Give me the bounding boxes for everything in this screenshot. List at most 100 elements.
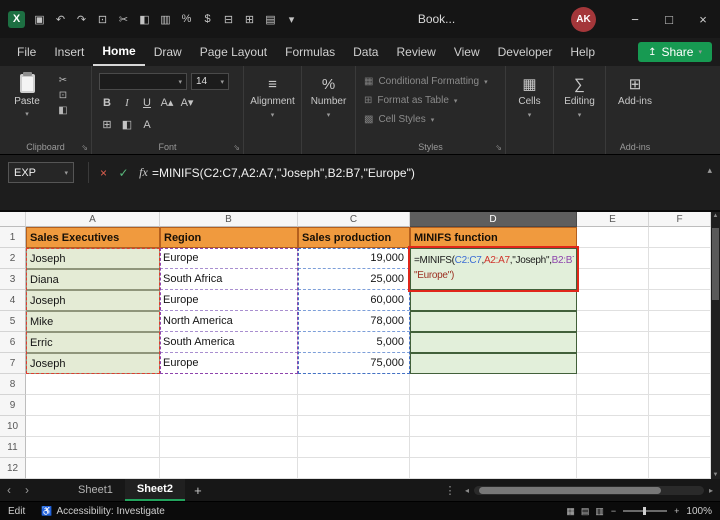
page-layout-view-icon[interactable]: ▤ <box>581 506 590 517</box>
cell-A5[interactable]: Mike <box>26 311 160 332</box>
more-commands-icon[interactable]: ▾ <box>281 13 302 26</box>
cell-F8[interactable] <box>649 374 711 395</box>
cell-C12[interactable] <box>298 458 410 479</box>
cell-C10[interactable] <box>298 416 410 437</box>
cell-D10[interactable] <box>410 416 577 437</box>
cell-D8[interactable] <box>410 374 577 395</box>
row-header-9[interactable]: 9 <box>0 395 26 416</box>
cell-F3[interactable] <box>649 269 711 290</box>
format-as-table-button[interactable]: ⊞ Format as Table ▾ <box>356 91 505 110</box>
row-header-6[interactable]: 6 <box>0 332 26 353</box>
copy-icon[interactable]: ⊡ <box>54 90 72 101</box>
borders-icon[interactable]: ⊞ <box>99 118 115 131</box>
font-size-select[interactable]: 14 ▾ <box>191 73 229 90</box>
cell-F9[interactable] <box>649 395 711 416</box>
cell-C8[interactable] <box>298 374 410 395</box>
menu-tab-home[interactable]: Home <box>93 38 145 66</box>
maximize-button[interactable]: □ <box>652 0 686 38</box>
col-header-A[interactable]: A <box>26 212 160 227</box>
cell-D5[interactable] <box>410 311 577 332</box>
sheet-nav-prev-icon[interactable]: ‹ <box>0 483 18 497</box>
menu-tab-formulas[interactable]: Formulas <box>276 38 344 66</box>
cell-A4[interactable]: Joseph <box>26 290 160 311</box>
cell-E3[interactable] <box>577 269 649 290</box>
cell-D7[interactable] <box>410 353 577 374</box>
number-button[interactable]: % Number ▾ <box>302 66 355 154</box>
cell-B8[interactable] <box>160 374 298 395</box>
cell-D12[interactable] <box>410 458 577 479</box>
col-header-B[interactable]: B <box>160 212 298 227</box>
cell-E6[interactable] <box>577 332 649 353</box>
borders-icon[interactable]: ⊞ <box>239 13 260 26</box>
cell-B7[interactable]: Europe <box>160 353 298 374</box>
sheet-tab-sheet1[interactable]: Sheet1 <box>66 479 125 501</box>
cell-D9[interactable] <box>410 395 577 416</box>
fill-color-icon[interactable]: ◧ <box>119 118 135 131</box>
minimize-button[interactable]: − <box>618 0 652 38</box>
row-header-5[interactable]: 5 <box>0 311 26 332</box>
bold-button[interactable]: B <box>99 97 115 109</box>
cell-C1[interactable]: Sales production <box>298 227 410 248</box>
cancel-icon[interactable]: × <box>95 166 112 180</box>
addins-button[interactable]: ⊞ Add-ins <box>606 66 664 154</box>
clipboard-dialog-launcher-icon[interactable]: ⇘ <box>81 143 88 152</box>
cell-A7[interactable]: Joseph <box>26 353 160 374</box>
percent-style-icon[interactable]: % <box>176 13 197 25</box>
editing-button[interactable]: ∑ Editing ▾ <box>554 66 605 154</box>
menu-tab-review[interactable]: Review <box>387 38 444 66</box>
redo-icon[interactable]: ↷ <box>71 13 92 26</box>
col-header-E[interactable]: E <box>577 212 649 227</box>
cell-A9[interactable] <box>26 395 160 416</box>
cell-styles-button[interactable]: ▩ Cell Styles ▾ <box>356 110 505 129</box>
cell-F11[interactable] <box>649 437 711 458</box>
cell-A1[interactable]: Sales Executives <box>26 227 160 248</box>
cell-F2[interactable] <box>649 248 711 269</box>
workbook-title[interactable]: Book... <box>302 12 571 26</box>
italic-button[interactable]: I <box>119 97 135 109</box>
row-header-1[interactable]: 1 <box>0 227 26 248</box>
cells-button[interactable]: ▦ Cells ▾ <box>506 66 553 154</box>
cell-C3[interactable]: 25,000 <box>298 269 410 290</box>
cut-icon[interactable]: ✂ <box>54 75 72 86</box>
formula-input[interactable]: =MINIFS(C2:C7,A2:A7,"Joseph",B2:B7,"Euro… <box>152 166 415 180</box>
enter-icon[interactable]: ✓ <box>115 166 132 180</box>
row-header-10[interactable]: 10 <box>0 416 26 437</box>
decrease-font-icon[interactable]: A▾ <box>179 96 195 109</box>
accessibility-status[interactable]: ♿ Accessibility: Investigate <box>41 506 165 517</box>
scroll-down-icon[interactable]: ▼ <box>711 472 720 478</box>
font-name-select[interactable]: ▾ <box>99 73 187 90</box>
cell-C9[interactable] <box>298 395 410 416</box>
menu-tab-help[interactable]: Help <box>561 38 604 66</box>
cell-F5[interactable] <box>649 311 711 332</box>
cell-D2[interactable]: =MINIFS(C2:C7,A2:A7,"Joseph",B2:B7, "Euro… <box>410 248 577 290</box>
currency-style-icon[interactable]: $ <box>197 13 218 25</box>
cell-E2[interactable] <box>577 248 649 269</box>
zoom-in-icon[interactable]: + <box>674 506 679 516</box>
insert-function-icon[interactable]: fx <box>135 165 152 180</box>
menu-tab-data[interactable]: Data <box>344 38 387 66</box>
zoom-level[interactable]: 100% <box>686 506 712 517</box>
row-header-12[interactable]: 12 <box>0 458 26 479</box>
row-header-3[interactable]: 3 <box>0 269 26 290</box>
collapse-formula-bar-icon[interactable]: ▴ <box>707 165 712 176</box>
cell-B1[interactable]: Region <box>160 227 298 248</box>
cell-E7[interactable] <box>577 353 649 374</box>
copy-icon[interactable]: ⊡ <box>92 13 113 26</box>
excel-app-icon[interactable]: X <box>8 10 25 28</box>
vertical-scrollbar[interactable]: ▲ ▼ <box>711 212 720 479</box>
menu-tab-file[interactable]: File <box>8 38 45 66</box>
zoom-slider[interactable] <box>623 507 668 515</box>
menu-tab-insert[interactable]: Insert <box>45 38 93 66</box>
cell-B6[interactable]: South America <box>160 332 298 353</box>
zoom-out-icon[interactable]: − <box>611 506 616 516</box>
horizontal-scrollbar[interactable]: ◂ ▸ <box>460 479 718 501</box>
sheet-nav-next-icon[interactable]: › <box>18 483 36 497</box>
cell-E12[interactable] <box>577 458 649 479</box>
cell-C5[interactable]: 78,000 <box>298 311 410 332</box>
underline-button[interactable]: U <box>139 97 155 109</box>
col-header-C[interactable]: C <box>298 212 410 227</box>
undo-icon[interactable]: ↶ <box>50 13 71 26</box>
close-button[interactable]: × <box>686 0 720 38</box>
cell-E9[interactable] <box>577 395 649 416</box>
cell-B10[interactable] <box>160 416 298 437</box>
